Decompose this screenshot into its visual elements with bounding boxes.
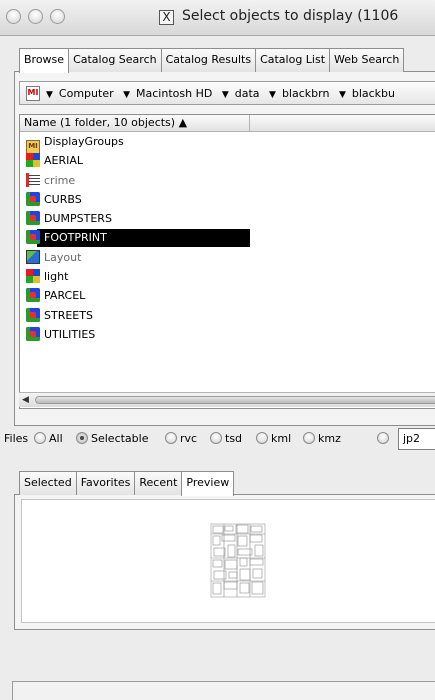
tab-catalog-results[interactable]: Catalog Results xyxy=(160,48,257,72)
list-item[interactable]: STREETS xyxy=(20,306,435,325)
extension-field[interactable]: jp2 xyxy=(398,428,435,450)
radio-all[interactable]: All xyxy=(34,432,63,445)
radio-button-icon[interactable] xyxy=(34,432,46,444)
vector-icon xyxy=(26,307,40,322)
list-item[interactable]: MI DisplayGroups xyxy=(20,132,435,154)
radio-kml[interactable]: kml xyxy=(256,432,291,445)
preview-canvas xyxy=(21,499,435,623)
radio-tsd[interactable]: tsd xyxy=(210,432,242,445)
radio-button-icon[interactable] xyxy=(303,432,315,444)
tab-browse[interactable]: Browse xyxy=(19,48,70,73)
tab-favorites[interactable]: Favorites xyxy=(75,471,136,495)
dropdown-arrow-icon[interactable]: ▼ xyxy=(46,90,53,100)
radio-selectable[interactable]: Selectable xyxy=(76,432,148,445)
status-bar xyxy=(12,681,435,700)
minimize-window-button[interactable] xyxy=(28,9,43,24)
vector-icon xyxy=(26,230,40,245)
list-item[interactable]: UTILITIES xyxy=(20,325,435,344)
dropdown-arrow-icon[interactable]: ▼ xyxy=(269,90,276,100)
folder-icon: MI xyxy=(26,140,40,154)
tab-catalog-search[interactable]: Catalog Search xyxy=(68,48,162,72)
object-list: Name (1 folder, 10 objects) ▲ MI DisplayG… xyxy=(19,114,435,409)
files-filter-bar: Files All Selectable rvc tsd kml kmz jp2 xyxy=(0,426,435,452)
vector-icon xyxy=(26,288,40,303)
radio-kmz[interactable]: kmz xyxy=(303,432,341,445)
tab-recent[interactable]: Recent xyxy=(134,471,183,495)
bottom-tab-bar: Selected Favorites Recent Preview xyxy=(19,471,235,496)
table-icon xyxy=(26,172,40,187)
horizontal-scrollbar[interactable]: ◀ xyxy=(19,392,435,407)
breadcrumb-item-blackbrn[interactable]: blackbrn xyxy=(282,87,329,100)
vector-icon xyxy=(26,211,40,226)
list-item[interactable]: Layout xyxy=(20,248,435,267)
list-item[interactable]: FOOTPRINT xyxy=(20,228,435,248)
vector-icon xyxy=(26,326,40,341)
radio-button-icon[interactable] xyxy=(210,432,222,444)
list-item[interactable]: PARCEL xyxy=(20,286,435,305)
dropdown-arrow-icon[interactable]: ▼ xyxy=(123,90,130,100)
radio-button-icon[interactable] xyxy=(165,432,177,444)
title-bar: X Select objects to display (1106 xyxy=(0,0,435,36)
tab-web-search[interactable]: Web Search xyxy=(329,48,405,72)
close-window-button[interactable] xyxy=(6,9,21,24)
raster-icon xyxy=(26,153,40,168)
tab-preview[interactable]: Preview xyxy=(181,471,235,496)
radio-rvc[interactable]: rvc xyxy=(165,432,197,445)
radio-button-icon[interactable] xyxy=(256,432,268,444)
top-tab-bar: Browse Catalog Search Catalog Results Ca… xyxy=(19,48,405,73)
preview-panel xyxy=(14,494,435,630)
list-item[interactable]: CURBS xyxy=(20,190,435,209)
list-header: Name (1 folder, 10 objects) ▲ xyxy=(20,115,435,132)
files-label: Files xyxy=(4,432,29,445)
list-item[interactable]: light xyxy=(20,267,435,286)
breadcrumb-item-blackbu[interactable]: blackbu xyxy=(352,87,395,100)
breadcrumb-item-macintosh-hd[interactable]: Macintosh HD xyxy=(136,87,212,100)
map-thumbnail xyxy=(210,523,266,598)
radio-button-icon[interactable] xyxy=(76,432,88,444)
tab-catalog-list[interactable]: Catalog List xyxy=(255,48,331,72)
dropdown-arrow-icon[interactable]: ▼ xyxy=(222,90,229,100)
list-item[interactable]: crime xyxy=(20,171,435,190)
list-item[interactable]: DUMPSTERS xyxy=(20,209,435,228)
breadcrumb-item-computer[interactable]: Computer xyxy=(59,87,114,100)
dropdown-arrow-icon[interactable]: ▼ xyxy=(339,90,346,100)
mi-document-icon[interactable]: MI xyxy=(26,86,40,101)
breadcrumb: MI ▼ Computer ▼ Macintosh HD ▼ data ▼ blackb… xyxy=(19,81,435,105)
name-column-header[interactable]: Name (1 folder, 10 objects) ▲ xyxy=(20,115,250,132)
layout-icon xyxy=(26,249,40,264)
vector-icon xyxy=(26,191,40,206)
x-app-icon: X xyxy=(159,10,174,25)
scrollbar-thumb[interactable] xyxy=(35,396,435,404)
zoom-window-button[interactable] xyxy=(50,9,65,24)
radio-custom-extension[interactable] xyxy=(377,432,392,445)
radio-button-icon[interactable] xyxy=(377,432,389,444)
list-item[interactable]: AERIAL xyxy=(20,151,435,170)
breadcrumb-item-data[interactable]: data xyxy=(235,87,260,100)
tab-selected[interactable]: Selected xyxy=(19,471,77,495)
scroll-left-arrow-icon[interactable]: ◀ xyxy=(22,395,29,405)
raster-icon xyxy=(26,269,40,284)
window-title: Select objects to display (1106 xyxy=(182,8,399,24)
